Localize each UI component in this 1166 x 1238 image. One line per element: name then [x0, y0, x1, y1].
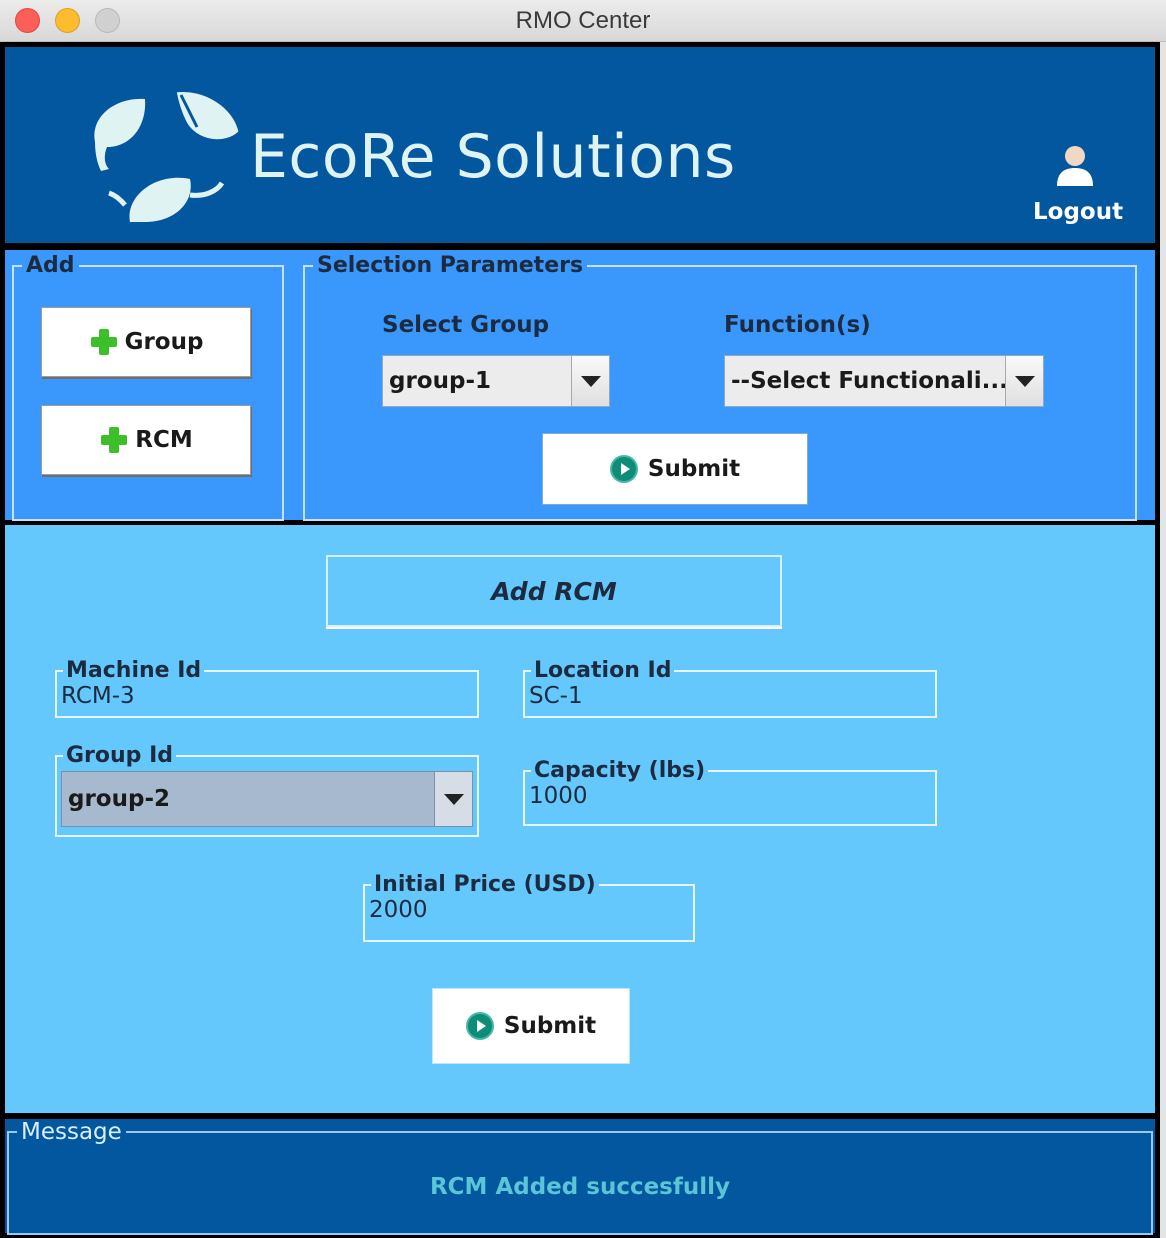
initial-price-label: Initial Price (USD) — [374, 872, 596, 897]
machine-id-label: Machine Id — [66, 658, 202, 683]
status-message: RCM Added succesfully — [429, 1174, 731, 1200]
chevron-down-icon[interactable] — [434, 772, 472, 826]
location-id-input[interactable]: SC-1 — [525, 683, 935, 709]
group-id-label: Group Id — [66, 743, 174, 768]
play-icon — [609, 455, 638, 483]
add-rcm-button[interactable]: RCM — [41, 405, 251, 475]
play-icon — [465, 1012, 494, 1040]
add-group-button[interactable]: Group — [41, 307, 251, 377]
initial-price-field[interactable]: Initial Price (USD) 2000 — [363, 874, 695, 942]
machine-id-field[interactable]: Machine Id RCM-3 — [55, 660, 479, 718]
logout-link[interactable]: Logout — [1033, 199, 1123, 225]
message-panel: Message RCM Added succesfully — [0, 1116, 1160, 1238]
selection-panel-legend: Selection Parameters — [317, 253, 584, 278]
function-select[interactable]: --Select Functionali... — [724, 355, 1044, 407]
capacity-field[interactable]: Capacity (lbs) 1000 — [523, 760, 937, 826]
location-id-field[interactable]: Location Id SC-1 — [523, 660, 937, 718]
message-legend: Message — [21, 1119, 122, 1145]
function-select-value: --Select Functionali... — [731, 368, 1005, 394]
selection-submit-label: Submit — [647, 456, 741, 482]
window-title: RMO Center — [515, 7, 651, 34]
window-titlebar: RMO Center — [0, 0, 1166, 42]
form-submit-button[interactable]: Submit — [432, 988, 630, 1064]
add-group-label: Group — [124, 329, 204, 355]
functions-label: Function(s) — [724, 312, 871, 338]
initial-price-input[interactable]: 2000 — [365, 897, 693, 923]
select-group-label: Select Group — [382, 312, 550, 338]
group-id-field: Group Id group-2 — [55, 745, 479, 837]
location-id-label: Location Id — [534, 658, 672, 683]
add-panel: Add — [12, 253, 284, 521]
leaf-logo-icon — [94, 89, 242, 222]
add-panel-legend: Add — [26, 253, 75, 278]
group-select-value: group-1 — [389, 368, 491, 394]
app-header: EcoRe Solutions Logout — [0, 42, 1160, 248]
user-icon[interactable] — [1053, 142, 1097, 188]
plus-icon — [89, 327, 119, 357]
add-rcm-label: RCM — [135, 427, 193, 453]
capacity-label: Capacity (lbs) — [534, 758, 706, 783]
selection-submit-button[interactable]: Submit — [542, 433, 808, 505]
group-id-value: group-2 — [68, 786, 170, 812]
capacity-input[interactable]: 1000 — [525, 783, 935, 809]
group-select[interactable]: group-1 — [382, 355, 610, 407]
group-id-select[interactable]: group-2 — [61, 771, 473, 827]
control-toolbar: Add Group RCM Selection Parameters Selec… — [0, 245, 1160, 525]
form-submit-label: Submit — [503, 1013, 597, 1039]
chevron-down-icon[interactable] — [571, 356, 609, 406]
chevron-down-icon[interactable] — [1005, 356, 1043, 406]
plus-icon — [99, 425, 129, 455]
machine-id-input[interactable]: RCM-3 — [57, 683, 477, 709]
brand-name: EcoRe Solutions — [250, 122, 736, 192]
form-title: Add RCM — [326, 555, 782, 629]
add-rcm-form: Add RCM Machine Id RCM-3 Location Id SC-… — [0, 522, 1160, 1118]
